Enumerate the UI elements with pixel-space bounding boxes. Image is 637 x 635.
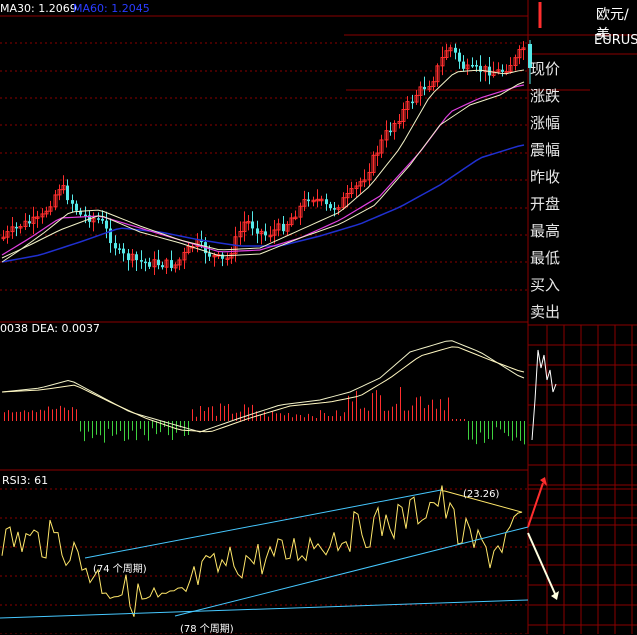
rsi-label: RSI3: 61 <box>2 474 49 487</box>
candle-body <box>411 101 414 104</box>
candle-body <box>71 200 74 204</box>
macd-dif-line <box>1 340 525 433</box>
sidebar-item-amplitude: 震幅 <box>530 141 561 159</box>
rsi-bottom-trendline <box>0 599 529 619</box>
candle-body <box>75 203 78 211</box>
sidebar-item-ask: 卖出 <box>530 303 561 321</box>
candle-body <box>251 221 254 229</box>
macd-dea-line <box>1 346 525 433</box>
peak-value-note: (23.26) <box>463 489 500 500</box>
rsi3-line <box>1 485 523 617</box>
bottom-period-note: (78 个周期) <box>180 624 234 635</box>
sidebar-item-high: 最高 <box>530 222 561 240</box>
candle-body <box>97 218 100 220</box>
candle-body <box>501 69 504 72</box>
candle-body <box>148 262 151 267</box>
candle-body <box>15 226 18 229</box>
candle-body <box>329 204 332 209</box>
sidebar-item-bid: 买入 <box>530 276 561 294</box>
candle-body <box>127 253 130 261</box>
candle-body <box>256 228 259 234</box>
macd-label: 0038 DEA: 0.0037 <box>0 322 100 335</box>
candle-body <box>264 231 267 236</box>
candle-body <box>479 65 482 72</box>
candle-body <box>307 199 310 202</box>
candle-body <box>462 61 465 69</box>
candle-body <box>122 248 125 254</box>
candle-body <box>454 47 457 53</box>
candle-body <box>282 223 285 232</box>
ma60-line <box>1 144 525 263</box>
candle-body <box>389 130 392 133</box>
candle-body <box>458 52 461 62</box>
ma60-label: MA60: 1.2045 <box>73 2 150 15</box>
ma30-label: MA30: 1.2069 <box>0 2 77 15</box>
candle-body <box>135 254 138 261</box>
candle-body <box>105 220 108 229</box>
sidebar-item-open: 开盘 <box>530 195 561 213</box>
candle-body <box>208 253 211 257</box>
mini-chart-line <box>531 349 557 441</box>
candle-body <box>118 248 121 250</box>
left-period-note: (74 个周期) <box>93 564 147 575</box>
candle-body <box>157 259 160 266</box>
candle-body <box>114 243 117 249</box>
sidebar-item-change: 涨跌 <box>530 87 561 105</box>
candle-body <box>101 218 104 221</box>
sidebar-item-low: 最低 <box>530 249 561 267</box>
candle-body <box>140 260 143 262</box>
sidebar-item-current-price: 现价 <box>530 60 561 78</box>
candle-body <box>84 214 87 217</box>
sidebar-item-prev-close: 昨收 <box>530 168 561 186</box>
ma30-line <box>1 84 525 256</box>
candle-body <box>170 260 173 268</box>
candle-body <box>161 265 164 268</box>
candle-body <box>325 199 328 205</box>
candle-body <box>333 208 336 210</box>
rsi-upper-trendline <box>84 489 442 559</box>
candle-body <box>475 65 478 67</box>
sidebar-pair: EURUS <box>594 33 637 48</box>
candle-body <box>66 185 69 201</box>
sidebar-item-change-percent: 涨幅 <box>530 114 561 132</box>
candle-body <box>144 261 147 264</box>
candle-body <box>28 221 31 224</box>
candle-body <box>471 65 474 67</box>
candle-body <box>423 86 426 90</box>
